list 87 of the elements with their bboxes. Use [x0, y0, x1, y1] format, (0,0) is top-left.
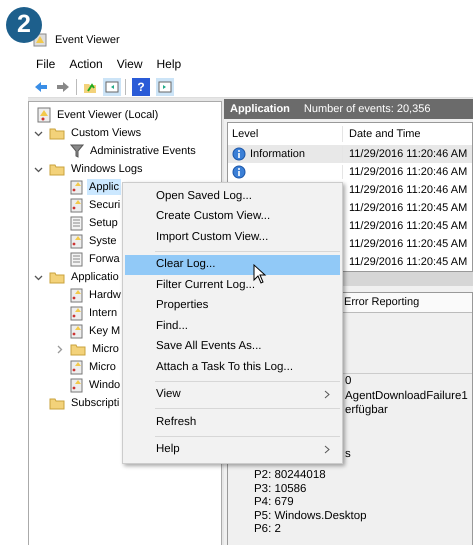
tree-item[interactable]: Subscripti — [69, 394, 122, 412]
menu-item[interactable]: View — [116, 55, 142, 73]
menu-item[interactable]: Clear Log... — [125, 254, 340, 275]
tree-item[interactable]: Hardw — [87, 286, 123, 304]
tree-item[interactable]: Windo — [87, 376, 122, 394]
info-icon — [232, 165, 246, 179]
menu-item[interactable]: Save All Events As... — [125, 336, 340, 357]
table-row[interactable]: 11/29/2016 11:20:46 AM — [228, 163, 472, 181]
panel-icon[interactable] — [156, 78, 174, 96]
detail-text: P3: 10586 — [254, 482, 306, 494]
menu-item[interactable]: Create Custom View... — [125, 206, 340, 227]
folder-icon — [49, 270, 65, 284]
chevron-down-icon[interactable] — [34, 272, 42, 282]
menu-item[interactable]: Filter Current Log... — [125, 275, 340, 296]
tree-item[interactable]: Setup — [87, 214, 120, 232]
detail-text: s — [345, 448, 351, 460]
tree-item[interactable]: Micro — [90, 340, 121, 358]
tree-item[interactable]: Windows Logs — [69, 160, 145, 178]
chevron-down-icon[interactable] — [34, 164, 42, 174]
window-title: Event Viewer — [55, 32, 120, 48]
menu-item[interactable]: Open Saved Log... — [125, 186, 340, 206]
column-header[interactable]: Level — [232, 128, 258, 140]
folder-icon — [49, 396, 65, 410]
menu-item[interactable]: Help — [125, 440, 340, 460]
folder-icon — [70, 342, 86, 356]
menu-item[interactable]: Action — [69, 55, 103, 73]
step-badge: 2 — [6, 7, 42, 43]
info-icon — [232, 147, 246, 161]
log-icon — [37, 107, 51, 123]
help-button[interactable]: ? — [132, 78, 150, 96]
chevron-down-icon[interactable] — [34, 128, 42, 138]
detail-text: P5: Windows.Desktop — [254, 510, 366, 522]
tree-item[interactable]: Securi — [87, 196, 122, 214]
menu-item[interactable]: Import Custom View... — [125, 227, 340, 248]
tree-item[interactable]: Applic — [87, 178, 121, 196]
tree-item[interactable]: Administrative Events — [88, 142, 198, 160]
tree-item[interactable]: Syste — [87, 232, 119, 250]
menu-item[interactable]: File — [36, 55, 56, 73]
panel-icon[interactable] — [103, 78, 121, 96]
table-cell: 11/29/2016 11:20:45 AM — [349, 220, 468, 232]
chevron-right-icon[interactable] — [54, 344, 64, 354]
tree-item[interactable]: Micro — [87, 358, 118, 376]
detail-text: 0 — [345, 375, 352, 387]
tree-item[interactable]: Intern — [87, 304, 120, 322]
menu-item[interactable]: View — [125, 384, 340, 405]
table-row[interactable]: Information 11/29/2016 11:20:46 AM — [228, 145, 472, 163]
tree-item[interactable]: Key M — [87, 322, 122, 340]
folder-icon — [49, 162, 65, 176]
menu-item[interactable]: Refresh — [125, 412, 340, 432]
tree-item[interactable]: Applicatio — [69, 268, 121, 286]
menu-item[interactable]: Help — [156, 55, 182, 73]
table-cell: 11/29/2016 11:20:45 AM — [349, 256, 468, 268]
log-icon — [70, 324, 83, 338]
detail-text: erfügbar — [345, 404, 388, 416]
menu-item[interactable]: Attach a Task To this Log... — [125, 357, 340, 378]
detail-text: P2: 80244018 — [254, 469, 326, 481]
log-icon — [70, 234, 83, 248]
tree-item[interactable]: Custom Views — [69, 124, 144, 142]
toolbar-divider — [125, 78, 126, 94]
log-name: Application — [230, 102, 290, 117]
chevron-right-icon — [324, 445, 330, 454]
mouse-cursor-icon — [253, 264, 267, 284]
column-header[interactable]: Date and Time — [349, 128, 421, 140]
log-icon — [70, 180, 83, 194]
log-icon — [70, 288, 83, 302]
event-count: Number of events: 20,356 — [304, 102, 430, 117]
log-icon — [70, 360, 83, 374]
detail-text: P6: 2 — [254, 523, 281, 535]
menu-item[interactable]: Properties — [125, 296, 340, 316]
toolbar-divider — [76, 78, 77, 94]
filter-icon — [70, 144, 84, 158]
log-icon — [70, 216, 83, 230]
tree-item[interactable]: Event Viewer (Local) — [55, 106, 160, 124]
folder-icon — [49, 126, 65, 140]
table-cell-text: Information — [250, 146, 306, 162]
log-icon — [70, 252, 83, 266]
menu-item[interactable]: Find... — [125, 316, 340, 336]
table-cell: 11/29/2016 11:20:46 AM — [349, 166, 468, 178]
chevron-right-icon — [324, 390, 330, 400]
event-source: Error Reporting — [344, 295, 420, 310]
log-icon — [70, 378, 83, 392]
detail-text: AgentDownloadFailure1 — [345, 390, 468, 402]
table-cell: 11/29/2016 11:20:46 AM — [349, 148, 468, 160]
log-icon — [70, 198, 83, 212]
log-icon — [70, 306, 83, 320]
detail-text: P4: 679 — [254, 496, 294, 508]
tree-item[interactable]: Forwa — [87, 250, 122, 268]
